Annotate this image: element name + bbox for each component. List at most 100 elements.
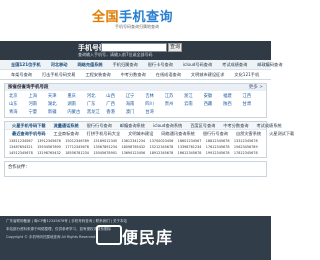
logo-text-right: 手机查询 [119,10,174,25]
category-tab[interactable]: 文明城市建设 [124,131,157,137]
province-link[interactable]: 北京 [9,93,28,99]
nav-link[interactable]: 打击手机号码交易 [37,72,81,78]
recent-number-link[interactable]: 13198765432 [37,151,65,155]
nav-link[interactable]: 文明城市建设征求 [186,72,230,78]
nav-link[interactable]: 车架号查询 [6,72,37,78]
recent-number-link[interactable]: 15934567890 [37,145,65,149]
page: 全国手机查询 手机号码查询归属地查询 手机号码 查询 查询输入手机号，请输入前7… [0,0,294,260]
nav-link[interactable]: 银行卡号查询 [143,62,178,68]
province-link[interactable]: 广东 [87,101,106,107]
province-link[interactable]: 天津 [48,93,67,99]
category-tab[interactable]: 打拼手机号码大全 [83,131,125,137]
nav-link[interactable]: 在线成语查询 [151,72,186,78]
province-link[interactable]: 福建 [223,93,242,99]
province-link[interactable]: 河北 [87,93,106,99]
category-tab[interactable]: 流量通话系统 [50,123,83,129]
recent-number-link[interactable]: 17812345678 [234,151,262,155]
recent-number-link[interactable]: 13398761234 [178,145,206,149]
recent-number-link[interactable]: 18601234567 [178,139,206,143]
category-tab[interactable]: 银行行号查询 [199,131,232,137]
province-link[interactable]: 山东 [9,101,28,107]
province-link[interactable]: 香港 [106,109,125,115]
recent-number-link[interactable]: 13567891234 [93,145,121,149]
recent-number-link[interactable]: 15623456789 [234,145,262,149]
category-tab[interactable]: icloud查询系统 [149,123,186,129]
recent-number-link[interactable]: 17612345678 [206,145,234,149]
province-link[interactable]: 新疆 [48,109,67,115]
province-link[interactable]: 江西 [243,93,262,99]
category-tab[interactable]: 邮编查询系统 [116,123,149,129]
recent-number-link[interactable]: 15045678901 [93,151,121,155]
province-link[interactable]: 江苏 [165,93,184,99]
province-link[interactable]: 浙江 [184,93,203,99]
recent-number-link[interactable]: 13690123456 [121,151,149,155]
site-logo[interactable]: 全国手机查询 手机号码查询归属地查询 [92,6,182,34]
recent-number-link[interactable]: 16612345678 [178,151,206,155]
category-tab[interactable]: 最近查询手机号码 [8,131,50,137]
more-link[interactable]: 更多 > [249,84,263,91]
province-link[interactable]: 西藏 [204,101,223,107]
recent-number-link[interactable]: 13811234567 [9,139,37,143]
nav-link[interactable]: 全国121位手机 [6,62,46,68]
recent-number-link[interactable]: 15212345678 [150,145,178,149]
nav-link[interactable]: icloud号码查询 [178,62,217,68]
nav-link[interactable]: 考试成绩查询 [217,62,252,68]
recent-number-link[interactable]: 18812345678 [206,139,234,143]
province-link[interactable]: 青海 [9,109,28,115]
nav-link[interactable]: 文化121手机 [229,72,264,78]
province-link[interactable]: 云南 [184,101,203,107]
partner-links-panel: 合作伙伴： [4,161,267,177]
category-tab[interactable]: 考试成绩系统 [252,123,285,129]
nav-link[interactable]: 邮政编码查询 [252,62,287,68]
category-tab[interactable]: 火星手机号码下载 [8,123,50,129]
province-link[interactable]: 重庆 [67,93,86,99]
province-link[interactable]: 辽宁 [126,93,145,99]
recent-number-link[interactable]: 14512345678 [9,151,37,155]
province-link[interactable]: 广西 [106,101,125,107]
province-link[interactable]: 四川 [145,101,164,107]
province-link[interactable]: 上海 [28,93,47,99]
province-link[interactable]: 湖南 [67,101,86,107]
province-link[interactable]: 台湾 [145,109,164,115]
province-link[interactable]: 海南 [126,101,145,107]
nav-link[interactable]: 中考分数查询 [116,72,151,78]
category-tab[interactable]: 银行行号查询 [83,123,116,129]
recent-number-link[interactable]: 13700023456 [150,139,178,143]
recent-number-link[interactable]: 15012346789 [65,139,93,143]
province-link[interactable]: 山西 [106,93,125,99]
category-tab[interactable]: 火星测试下载 [265,131,298,137]
recent-number-link[interactable]: 13312345678 [234,139,262,143]
province-link[interactable]: 宁夏 [28,109,47,115]
province-link[interactable]: 吉林 [145,93,164,99]
province-link[interactable]: 湖北 [48,101,67,107]
province-link[interactable]: 澳门 [126,109,145,115]
category-tab[interactable]: 工业商标查询 [50,131,83,137]
province-link[interactable]: 甘肃 [243,101,262,107]
recent-number-link[interactable]: 18912345678 [150,151,178,155]
province-link[interactable]: 黑龙江 [87,109,106,115]
recent-number-link[interactable]: 15189012345 [93,139,121,143]
nav-link[interactable]: 工程安装查询 [80,72,115,78]
recent-number-link[interactable]: 18556781234 [65,151,93,155]
category-tab[interactable]: 网络通讯查询系统 [157,131,199,137]
province-link[interactable]: 安徽 [204,93,223,99]
category-tab[interactable]: 百度区号查询 [186,123,219,129]
province-link[interactable]: 内蒙古 [67,109,86,115]
recent-number-link[interactable]: 13912345678 [37,139,65,143]
province-link[interactable]: 贵州 [165,101,184,107]
recent-number-link[interactable]: 17712345678 [65,145,93,149]
phone-number-input[interactable] [101,43,167,52]
category-tab[interactable]: 自然灾害系统 [232,131,265,137]
nav-link[interactable]: 手机归属查询 [108,62,143,68]
search-hint: 查询输入手机号，请输入前7位或全部号码 [78,52,153,57]
recent-number-link[interactable]: 19912345678 [206,151,234,155]
category-tab[interactable]: 中考分数查询 [219,123,252,129]
province-link[interactable]: 河南 [28,101,47,107]
recent-number-link[interactable]: 13487654321 [9,145,37,149]
nav-link[interactable]: 网络充值系统 [72,62,107,68]
nav-link[interactable]: 河北移动 [46,62,73,68]
recent-number-link[interactable]: 13612341234 [121,139,149,143]
recent-number-link[interactable]: 18098765432 [121,145,149,149]
province-link[interactable]: 陕西 [223,101,242,107]
search-button[interactable]: 查询 [168,43,182,52]
